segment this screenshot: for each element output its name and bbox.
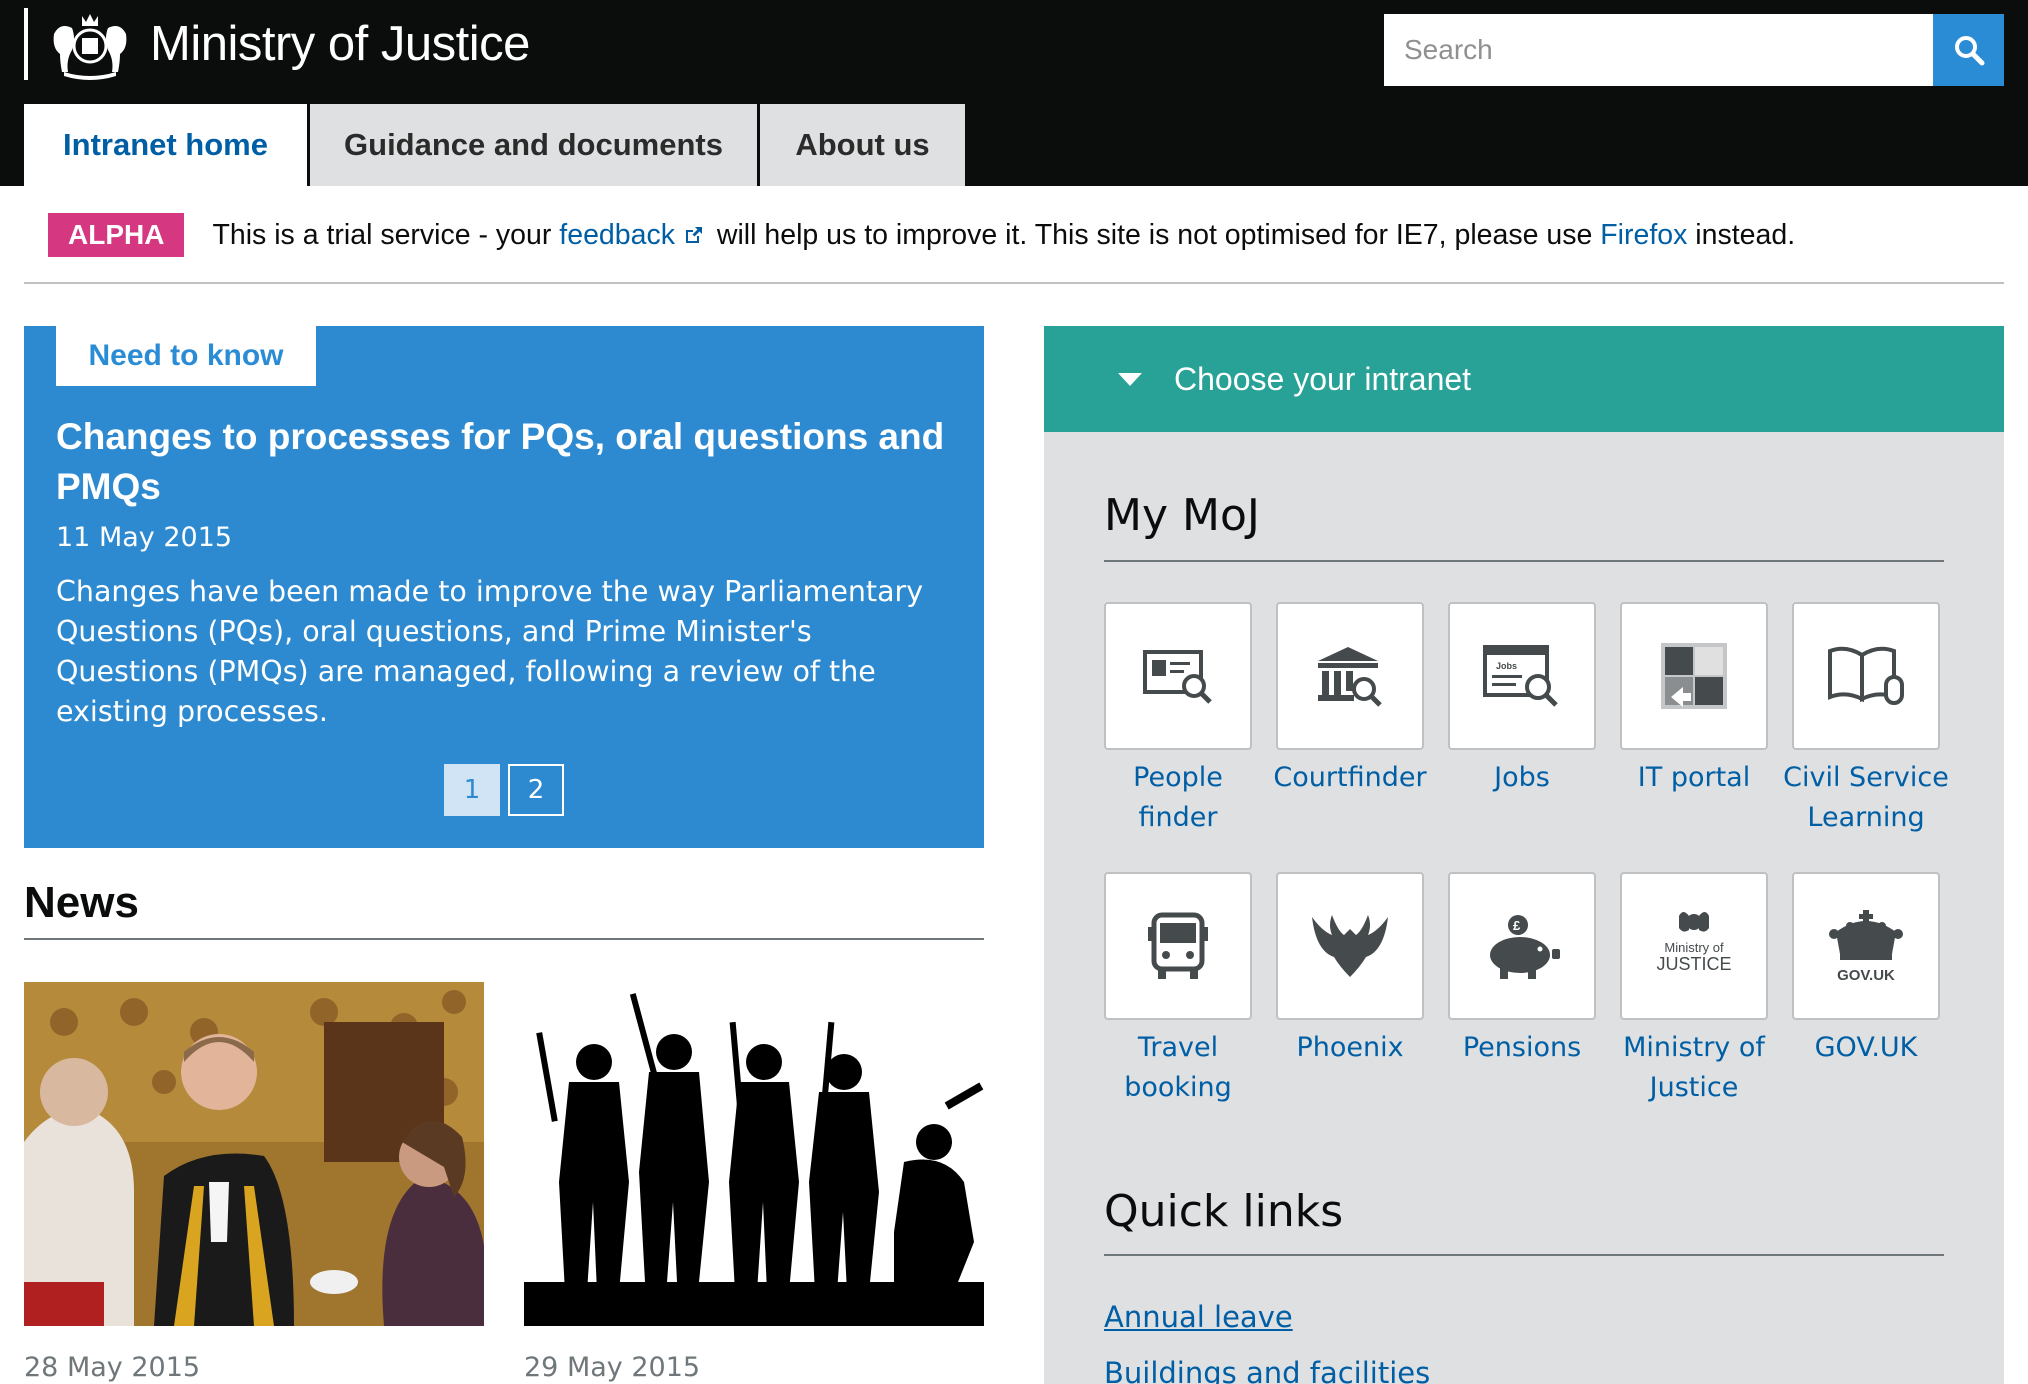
- need-to-know-title[interactable]: Changes to processes for PQs, oral quest…: [56, 412, 956, 512]
- tab-about-us[interactable]: About us: [760, 104, 968, 186]
- tile-civil-service-learning-box[interactable]: [1792, 602, 1940, 750]
- tile-civil-service-learning[interactable]: Civil Service Learning: [1783, 602, 1949, 838]
- alpha-badge: ALPHA: [48, 213, 185, 257]
- site-title: Ministry of Justice: [150, 17, 530, 71]
- external-link-icon: [685, 226, 702, 243]
- need-to-know-label: Need to know: [56, 326, 316, 386]
- tile-label-gov-uk[interactable]: GOV.UK: [1780, 1028, 1952, 1068]
- tile-label-travel-booking[interactable]: Travel booking: [1092, 1028, 1264, 1108]
- site-header: Ministry of Justice Intranet home Guidan…: [0, 0, 2028, 186]
- civil-service-learning-icon: [1828, 646, 1904, 705]
- tile-it-portal[interactable]: IT portal: [1620, 602, 1768, 798]
- govuk-logo-text: GOV.UK: [1837, 967, 1895, 984]
- travel-booking-icon: [1148, 912, 1208, 979]
- my-moj-panel: My MoJ People finder Courtfinder Jobs Jo…: [1044, 432, 2004, 1384]
- need-to-know-date: 11 May 2015: [56, 522, 233, 553]
- people-finder-icon: [1143, 650, 1212, 704]
- news-image-soldiers[interactable]: [524, 982, 984, 1326]
- alpha-message: This is a trial service - your feedback …: [212, 219, 1795, 252]
- alpha-text-before: This is a trial service - your: [212, 218, 560, 251]
- tile-courtfinder[interactable]: Courtfinder: [1273, 602, 1427, 798]
- tile-label-civil-service-learning[interactable]: Civil Service Learning: [1780, 758, 1952, 838]
- news-photo-ceremony: [24, 982, 484, 1326]
- tile-gov-uk[interactable]: GOV.UK GOV.UK: [1792, 872, 1940, 1068]
- need-to-know-panel: Need to know Changes to processes for PQ…: [24, 326, 984, 848]
- tile-it-portal-box[interactable]: [1620, 602, 1768, 750]
- jobs-icon-text: Jobs: [1496, 661, 1517, 671]
- tile-label-people-finder[interactable]: People finder: [1092, 758, 1264, 838]
- moj-logo-line2: JUSTICE: [1656, 954, 1731, 974]
- quick-link-annual-leave[interactable]: Annual leave: [1104, 1300, 1293, 1334]
- tile-pensions[interactable]: £ Pensions: [1448, 872, 1596, 1068]
- tile-label-pensions[interactable]: Pensions: [1436, 1028, 1608, 1068]
- tab-intranet-home[interactable]: Intranet home: [24, 104, 310, 186]
- alpha-text-after: instead.: [1687, 218, 1796, 251]
- tab-guidance-and-documents[interactable]: Guidance and documents: [310, 104, 760, 186]
- phoenix-icon: [1312, 915, 1388, 977]
- tile-travel-booking-box[interactable]: [1104, 872, 1252, 1020]
- tile-pensions-box[interactable]: £: [1448, 872, 1596, 1020]
- jobs-icon: Jobs: [1483, 645, 1558, 707]
- alpha-banner: ALPHA This is a trial service - your fee…: [24, 188, 2004, 284]
- tile-label-courtfinder[interactable]: Courtfinder: [1264, 758, 1436, 798]
- alpha-text-middle: will help us to improve it. This site is…: [708, 218, 1601, 251]
- tile-label-jobs[interactable]: Jobs: [1436, 758, 1608, 798]
- news-date-2: 29 May 2015: [524, 1352, 701, 1383]
- govuk-crown-icon: GOV.UK: [1829, 910, 1903, 984]
- main-nav-tabs: Intranet home Guidance and documents Abo…: [24, 104, 968, 186]
- quick-link-buildings-and-facilities[interactable]: Buildings and facilities: [1104, 1356, 1430, 1384]
- need-to-know-body: Changes have been made to improve the wa…: [56, 575, 924, 728]
- tile-people-finder[interactable]: People finder: [1104, 602, 1252, 838]
- tile-phoenix-box[interactable]: [1276, 872, 1424, 1020]
- tile-label-phoenix[interactable]: Phoenix: [1264, 1028, 1436, 1068]
- firefox-link[interactable]: Firefox: [1600, 219, 1687, 251]
- news-heading: News: [24, 878, 984, 940]
- quick-links-heading: Quick links: [1104, 1186, 1944, 1256]
- tile-jobs[interactable]: Jobs Jobs: [1448, 602, 1596, 798]
- choose-intranet-toggle[interactable]: Choose your intranet: [1044, 326, 2004, 432]
- moj-logo-line1: Ministry of: [1664, 940, 1724, 955]
- tile-phoenix[interactable]: Phoenix: [1276, 872, 1424, 1068]
- news-image-ceremony[interactable]: [24, 982, 484, 1326]
- my-moj-heading: My MoJ: [1104, 490, 1944, 562]
- tile-ministry-of-justice-box[interactable]: Ministry of JUSTICE: [1620, 872, 1768, 1020]
- tile-gov-uk-box[interactable]: GOV.UK: [1792, 872, 1940, 1020]
- search-icon: [1954, 36, 1984, 66]
- it-portal-icon: [1661, 643, 1727, 709]
- tile-people-finder-box[interactable]: [1104, 602, 1252, 750]
- moj-logo-icon: Ministry of JUSTICE: [1656, 912, 1732, 974]
- feedback-link[interactable]: feedback: [559, 219, 675, 251]
- courtfinder-icon: [1318, 647, 1382, 707]
- tile-label-ministry-of-justice[interactable]: Ministry of Justice: [1608, 1028, 1780, 1108]
- tile-travel-booking[interactable]: Travel booking: [1104, 872, 1252, 1108]
- tile-label-it-portal[interactable]: IT portal: [1608, 758, 1780, 798]
- pager-page-2[interactable]: 2: [508, 764, 564, 816]
- brand[interactable]: Ministry of Justice: [24, 8, 530, 80]
- carousel-pager: 1 2: [444, 764, 564, 816]
- pager-page-1[interactable]: 1: [444, 764, 500, 816]
- news-date-1: 28 May 2015: [24, 1352, 201, 1383]
- svg-text:£: £: [1513, 918, 1521, 933]
- tile-jobs-box[interactable]: Jobs: [1448, 602, 1596, 750]
- royal-crest-icon: [53, 14, 127, 80]
- pensions-icon: £: [1490, 915, 1560, 979]
- search-input[interactable]: [1384, 14, 1934, 86]
- choose-intranet-label: Choose your intranet: [1174, 360, 1472, 397]
- triangle-down-icon: [1118, 372, 1142, 386]
- search-button[interactable]: [1933, 14, 2004, 86]
- news-photo-soldiers-silhouette: [524, 982, 984, 1326]
- tile-courtfinder-box[interactable]: [1276, 602, 1424, 750]
- tile-ministry-of-justice[interactable]: Ministry of JUSTICE Ministry of Justice: [1620, 872, 1768, 1108]
